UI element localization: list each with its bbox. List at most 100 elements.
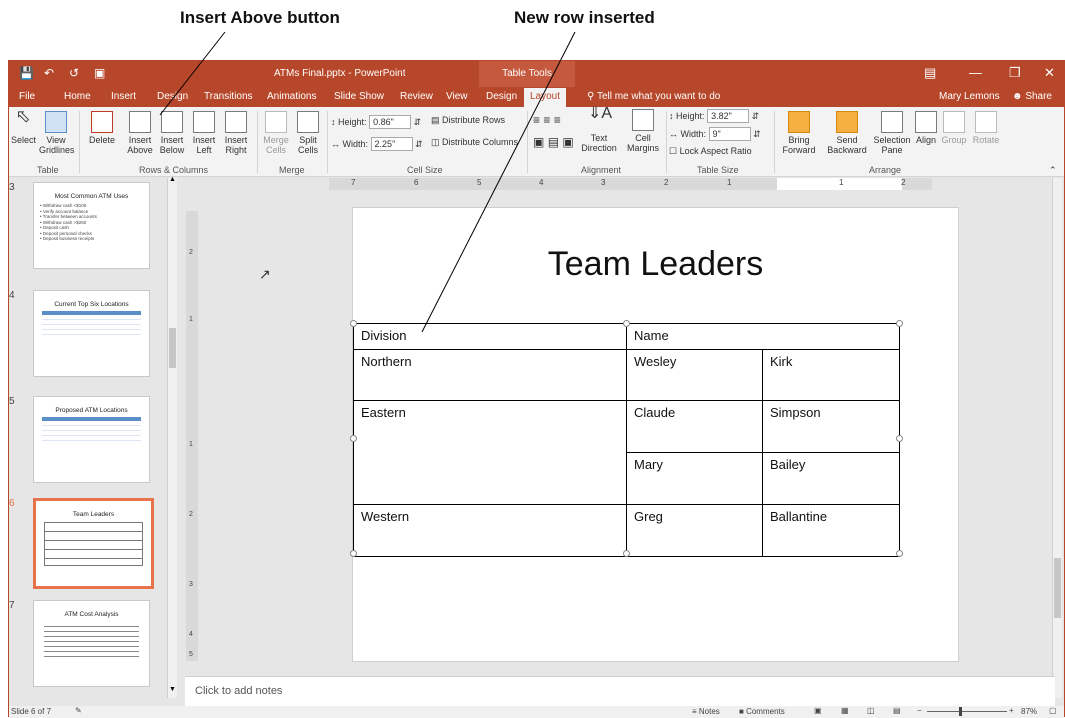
table-cell[interactable]: Northern	[353, 349, 627, 401]
distribute-columns-button[interactable]: ◫ Distribute Columns	[431, 137, 518, 148]
scroll-thumb[interactable]	[169, 328, 176, 368]
spinner-icon[interactable]: ⇵	[752, 111, 760, 121]
distribute-rows-button[interactable]: ▤ Distribute Rows	[431, 115, 505, 126]
spellcheck-icon[interactable]: ✎	[75, 706, 82, 715]
table-cell[interactable]: Claude	[626, 400, 763, 453]
view-gridlines-button[interactable]: View Gridlines	[39, 111, 75, 155]
table-cell[interactable]: Western	[353, 504, 627, 557]
redo-icon[interactable]: ↺	[69, 66, 79, 80]
user-name[interactable]: Mary Lemons	[939, 91, 1000, 102]
scroll-up-icon[interactable]: ▲	[169, 176, 176, 183]
slideshow-icon[interactable]: ▣	[94, 66, 105, 80]
resize-handle[interactable]	[350, 320, 357, 327]
minimize-icon[interactable]: —	[969, 65, 982, 80]
zoom-slider[interactable]	[927, 711, 1007, 712]
slide-thumbnail[interactable]: Current Top Six Locations	[33, 290, 150, 377]
table-cell[interactable]: Mary	[626, 452, 763, 505]
merge-cells-button[interactable]: Merge Cells	[261, 111, 291, 155]
resize-handle[interactable]	[350, 435, 357, 442]
slide-scrollbar[interactable]	[1052, 178, 1062, 698]
close-icon[interactable]: ✕	[1044, 65, 1055, 81]
zoom-out-icon[interactable]: −	[917, 706, 922, 715]
selection-pane-button[interactable]: Selection Pane	[873, 111, 911, 155]
resize-handle[interactable]	[350, 550, 357, 557]
collapse-ribbon-icon[interactable]: ⌃	[1049, 165, 1057, 176]
align-button[interactable]: Align	[913, 111, 939, 145]
align-vertical-buttons[interactable]: ▣ ▤ ▣	[533, 135, 574, 149]
thumbnail-scrollbar[interactable]: ▲ ▼	[167, 176, 177, 698]
scroll-thumb[interactable]	[1054, 558, 1061, 618]
slide-title[interactable]: Team Leaders	[353, 245, 958, 284]
align-text-buttons[interactable]: ≡ ≡ ≡	[533, 113, 561, 127]
split-cells-button[interactable]: Split Cells	[293, 111, 323, 155]
align-middle-icon[interactable]: ▤	[548, 135, 559, 149]
spinner-icon[interactable]: ⇵	[415, 139, 423, 149]
table-cell[interactable]: Eastern	[353, 400, 627, 505]
tab-insert[interactable]: Insert	[111, 91, 136, 102]
table-cell[interactable]: Simpson	[762, 400, 900, 453]
cell-height-input[interactable]: 0.86"	[369, 115, 412, 129]
insert-above-button[interactable]: Insert Above	[125, 111, 155, 155]
group-button[interactable]: Group	[939, 111, 969, 145]
slide-thumbnail[interactable]: Most Common ATM Uses • Withdraw cash <$1…	[33, 182, 150, 269]
table-cell[interactable]: Ballantine	[762, 504, 900, 557]
tab-slide-show[interactable]: Slide Show	[334, 91, 384, 102]
tell-me-box[interactable]: ⚲ Tell me what you want to do	[587, 91, 720, 102]
resize-handle[interactable]	[896, 435, 903, 442]
tab-design[interactable]: Design	[157, 91, 188, 102]
text-direction-button[interactable]: ⇓A Text Direction	[577, 106, 621, 154]
spinner-icon[interactable]: ⇵	[414, 117, 422, 127]
align-top-icon[interactable]: ▣	[533, 135, 544, 149]
share-button[interactable]: ☻ Share	[1012, 91, 1052, 102]
table-cell[interactable]: Bailey	[762, 452, 900, 505]
select-button[interactable]: ⬁ Select	[11, 107, 36, 145]
team-leaders-table[interactable]: Division Name Northern Wesley Kirk Easte…	[353, 323, 900, 557]
undo-icon[interactable]: ↶	[44, 66, 54, 80]
normal-view-icon[interactable]: ▣	[814, 706, 822, 715]
tab-view[interactable]: View	[446, 91, 468, 102]
cell-width-input[interactable]: 2.25"	[370, 137, 413, 151]
comments-button[interactable]: ■ Comments	[739, 707, 785, 716]
send-backward-button[interactable]: Send Backward	[823, 111, 871, 155]
tab-transitions[interactable]: Transitions	[204, 91, 253, 102]
zoom-slider-thumb[interactable]	[959, 707, 962, 716]
insert-below-button[interactable]: Insert Below	[157, 111, 187, 155]
slide-sorter-icon[interactable]: ▦	[841, 706, 849, 715]
slide-thumbnail[interactable]: ATM Cost Analysis	[33, 600, 150, 687]
cell-margins-button[interactable]: Cell Margins	[623, 109, 663, 153]
table-cell[interactable]: Name	[626, 323, 900, 350]
scroll-down-icon[interactable]: ▼	[169, 686, 176, 693]
table-height-input[interactable]: 3.82"	[707, 109, 750, 123]
table-width-input[interactable]: 9"	[708, 127, 751, 141]
lock-aspect-ratio-checkbox[interactable]: ☐ Lock Aspect Ratio	[669, 146, 752, 157]
slideshow-view-icon[interactable]: ▤	[893, 706, 901, 715]
reading-view-icon[interactable]: ◫	[867, 706, 875, 715]
insert-left-button[interactable]: Insert Left	[189, 111, 219, 155]
align-right-icon[interactable]: ≡	[554, 113, 561, 127]
resize-handle[interactable]	[623, 320, 630, 327]
tab-home[interactable]: Home	[64, 91, 91, 102]
align-center-icon[interactable]: ≡	[543, 113, 550, 127]
align-bottom-icon[interactable]: ▣	[562, 135, 573, 149]
tab-review[interactable]: Review	[400, 91, 433, 102]
vertical-ruler[interactable]: 2 1 1 2 3 4 5	[186, 211, 198, 661]
delete-button[interactable]: Delete	[87, 111, 117, 145]
restore-icon[interactable]: ❐	[1009, 65, 1021, 81]
zoom-in-icon[interactable]: +	[1009, 706, 1014, 715]
table-cell[interactable]: Greg	[626, 504, 763, 557]
zoom-level[interactable]: 87%	[1021, 707, 1037, 716]
resize-handle[interactable]	[896, 550, 903, 557]
tab-file[interactable]: File	[19, 91, 35, 102]
table-cell[interactable]: Wesley	[626, 349, 763, 401]
table-cell[interactable]: Kirk	[762, 349, 900, 401]
notes-pane[interactable]: Click to add notes	[185, 676, 1055, 706]
table-cell[interactable]: Division	[353, 323, 627, 350]
tab-table-design[interactable]: Design	[486, 91, 517, 102]
resize-handle[interactable]	[896, 320, 903, 327]
spinner-icon[interactable]: ⇵	[753, 129, 761, 139]
tab-layout[interactable]: Layout	[524, 88, 567, 107]
insert-right-button[interactable]: Insert Right	[221, 111, 251, 155]
slide-thumbnail-selected[interactable]: Team Leaders	[33, 498, 154, 589]
checkbox-icon[interactable]: ☐	[669, 146, 677, 156]
tab-animations[interactable]: Animations	[267, 91, 316, 102]
